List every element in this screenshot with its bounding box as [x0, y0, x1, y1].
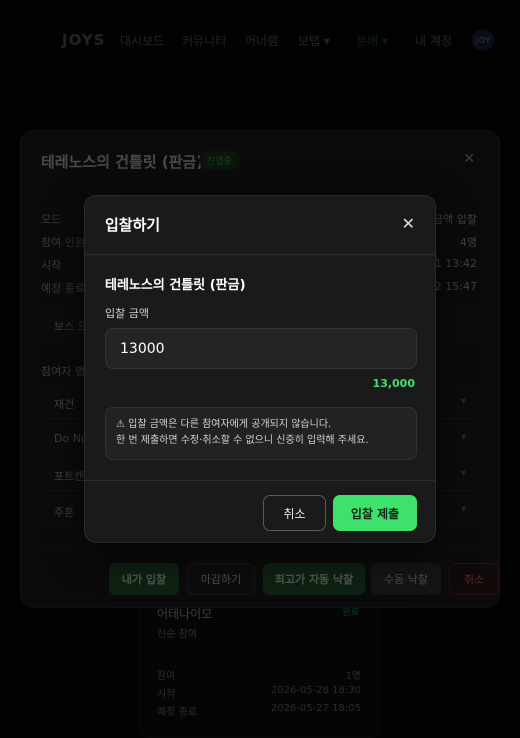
notice-line: 한 번 제출하면 수정·취소할 수 없으니 신중히 입력해 주세요.	[116, 435, 369, 446]
cancel-button[interactable]: 취소	[263, 495, 326, 531]
modal-title: 입찰하기	[105, 216, 161, 234]
item-name: 테레노스의 건틀릿 (판금)	[105, 278, 246, 293]
divider	[85, 254, 435, 255]
submit-bid-button[interactable]: 입찰 제출	[333, 495, 417, 531]
formatted-amount: 13,000	[372, 377, 415, 390]
bid-amount-label: 입찰 금액	[105, 307, 149, 320]
bid-modal: 입찰하기 ✕ 테레노스의 건틀릿 (판금) 입찰 금액 13,000 ⚠ 입찰 …	[84, 195, 436, 543]
divider	[85, 480, 435, 481]
close-icon[interactable]: ✕	[402, 214, 415, 233]
bid-amount-input[interactable]	[105, 328, 417, 369]
notice-box: ⚠ 입찰 금액은 다른 참여자에게 공개되지 않습니다. 한 번 제출하면 수정…	[105, 407, 417, 460]
notice-line: ⚠ 입찰 금액은 다른 참여자에게 공개되지 않습니다.	[116, 419, 332, 430]
